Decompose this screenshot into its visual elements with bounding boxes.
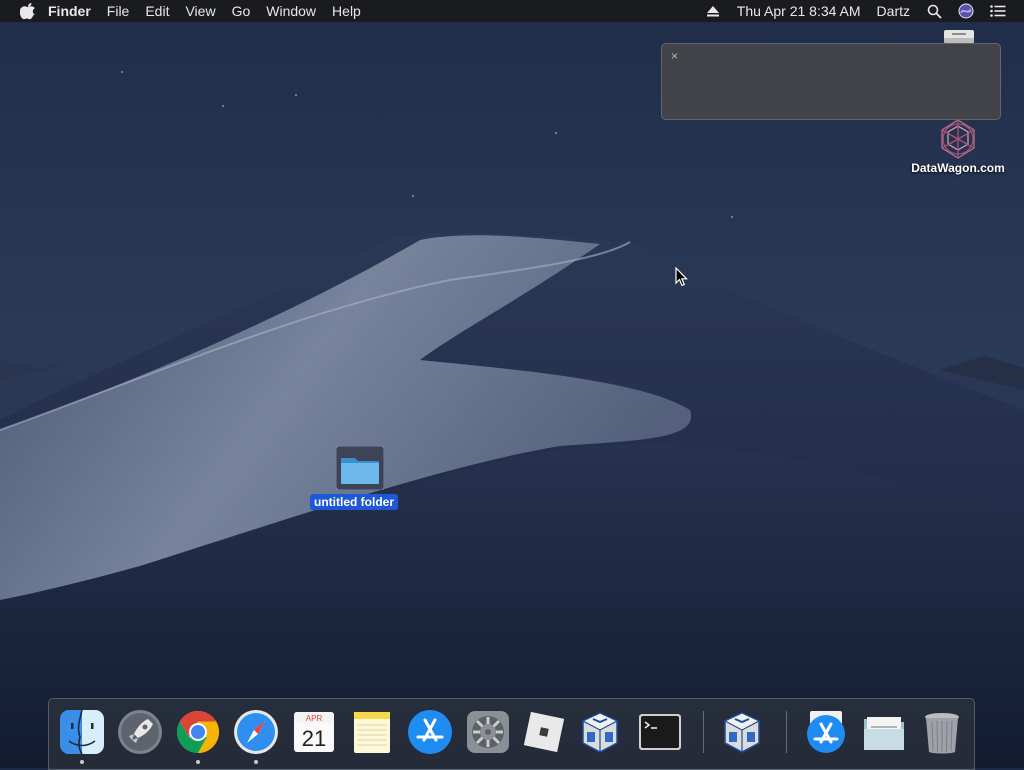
folder-icon[interactable] [336, 446, 384, 490]
dock-item-virtualbox[interactable] [575, 707, 625, 757]
virtualbox-icon [581, 712, 619, 753]
notification-close-button[interactable]: × [671, 49, 678, 63]
siri-icon[interactable] [955, 0, 977, 22]
dock-item-launchpad[interactable] [115, 707, 165, 757]
calendar-month-label: APR [306, 714, 323, 723]
notes-icon [354, 712, 390, 753]
menu-app-name[interactable]: Finder [42, 0, 99, 22]
dock: APR 21 [48, 698, 975, 770]
desktop-item-label-selected[interactable]: untitled folder [310, 494, 398, 510]
finder-icon [60, 709, 104, 755]
app-store-stack-icon [807, 711, 845, 753]
eject-icon[interactable] [702, 0, 724, 22]
apple-menu-icon[interactable] [20, 2, 36, 20]
roblox-icon [523, 711, 565, 753]
dock-item-safari[interactable] [231, 707, 281, 764]
system-preferences-icon [467, 711, 509, 753]
dock-item-calendar[interactable]: APR 21 [289, 707, 339, 757]
menu-file[interactable]: File [99, 0, 138, 22]
safari-icon [234, 710, 278, 754]
dock-separator [703, 711, 704, 753]
menu-bar: Finder File Edit View Go Window Help Thu… [0, 0, 1024, 22]
menu-clock[interactable]: Thu Apr 21 8:34 AM [729, 0, 869, 22]
running-indicator [80, 760, 84, 764]
menu-edit[interactable]: Edit [137, 0, 177, 22]
chrome-icon [176, 711, 220, 753]
menu-go[interactable]: Go [224, 0, 259, 22]
dock-item-finder[interactable] [57, 707, 107, 764]
calendar-icon: APR 21 [294, 712, 334, 752]
trash-icon [925, 713, 959, 754]
dock-item-terminal[interactable] [635, 707, 685, 757]
app-store-icon [408, 710, 452, 754]
terminal-icon [639, 714, 681, 750]
dock-separator [786, 711, 787, 753]
dock-item-chrome[interactable] [173, 707, 223, 764]
dock-item-app-store[interactable] [405, 707, 455, 757]
launchpad-icon [118, 710, 162, 754]
menu-help[interactable]: Help [324, 0, 369, 22]
dock-item-downloads-stack[interactable] [801, 707, 851, 757]
notification-banner[interactable]: × [661, 43, 1001, 120]
running-indicator [196, 760, 200, 764]
desktop-item-label[interactable]: DataWagon.com [896, 161, 1020, 175]
menu-user[interactable]: Dartz [869, 0, 918, 22]
dock-item-virtualbox-2[interactable] [717, 707, 767, 757]
menu-view[interactable]: View [177, 0, 223, 22]
notification-center-icon[interactable] [987, 0, 1009, 22]
dock-item-system-preferences[interactable] [463, 707, 513, 757]
document-stack-icon [864, 717, 904, 750]
spotlight-search-icon[interactable] [923, 0, 945, 22]
dock-item-trash[interactable] [917, 707, 967, 757]
calendar-day-label: 21 [302, 726, 326, 751]
dock-item-roblox[interactable] [519, 707, 569, 757]
menu-window[interactable]: Window [258, 0, 324, 22]
running-indicator [254, 760, 258, 764]
mouse-cursor-icon [675, 267, 688, 287]
external-drive-icon[interactable] [943, 28, 975, 44]
datawagon-logo-icon[interactable] [934, 116, 982, 160]
virtualbox-icon [723, 712, 761, 753]
dock-item-documents-stack[interactable] [859, 707, 909, 757]
dock-item-notes[interactable] [347, 707, 397, 757]
